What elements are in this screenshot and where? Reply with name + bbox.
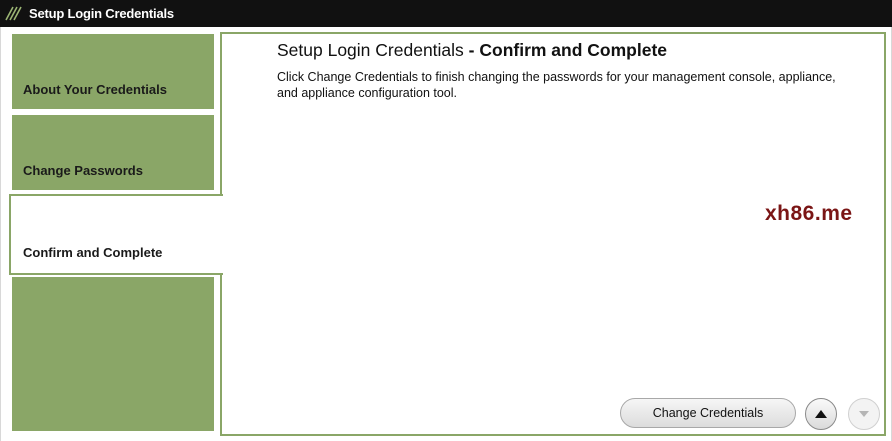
- page-title-prefix: Setup Login Credentials: [277, 40, 464, 60]
- page-title: Setup Login Credentials - Confirm and Co…: [277, 40, 667, 61]
- window-title: Setup Login Credentials: [29, 6, 174, 21]
- nav-item-confirm-complete[interactable]: Confirm and Complete: [9, 194, 223, 275]
- nav-filler-panel: [12, 277, 214, 431]
- nav-item-label: Change Passwords: [23, 163, 143, 178]
- nav-item-label: About Your Credentials: [23, 82, 167, 97]
- striped-logo-icon: [5, 6, 22, 21]
- title-bar: Setup Login Credentials: [0, 0, 892, 27]
- nav-item-about-credentials[interactable]: About Your Credentials: [12, 34, 214, 109]
- content-panel: Setup Login Credentials - Confirm and Co…: [220, 32, 886, 436]
- instructions-text: Click Change Credentials to finish chang…: [277, 70, 836, 100]
- watermark-text: xh86.me: [765, 202, 853, 225]
- scroll-up-button[interactable]: [805, 398, 837, 430]
- scroll-down-button[interactable]: [848, 398, 880, 430]
- dialog-body: About Your Credentials Change Passwords …: [0, 27, 892, 441]
- page-title-step: - Confirm and Complete: [468, 40, 668, 60]
- nav-item-change-passwords[interactable]: Change Passwords: [12, 115, 214, 190]
- change-credentials-button[interactable]: Change Credentials: [620, 398, 796, 428]
- nav-item-label: Confirm and Complete: [23, 245, 163, 260]
- triangle-down-icon: [859, 411, 869, 417]
- triangle-up-icon: [815, 410, 827, 418]
